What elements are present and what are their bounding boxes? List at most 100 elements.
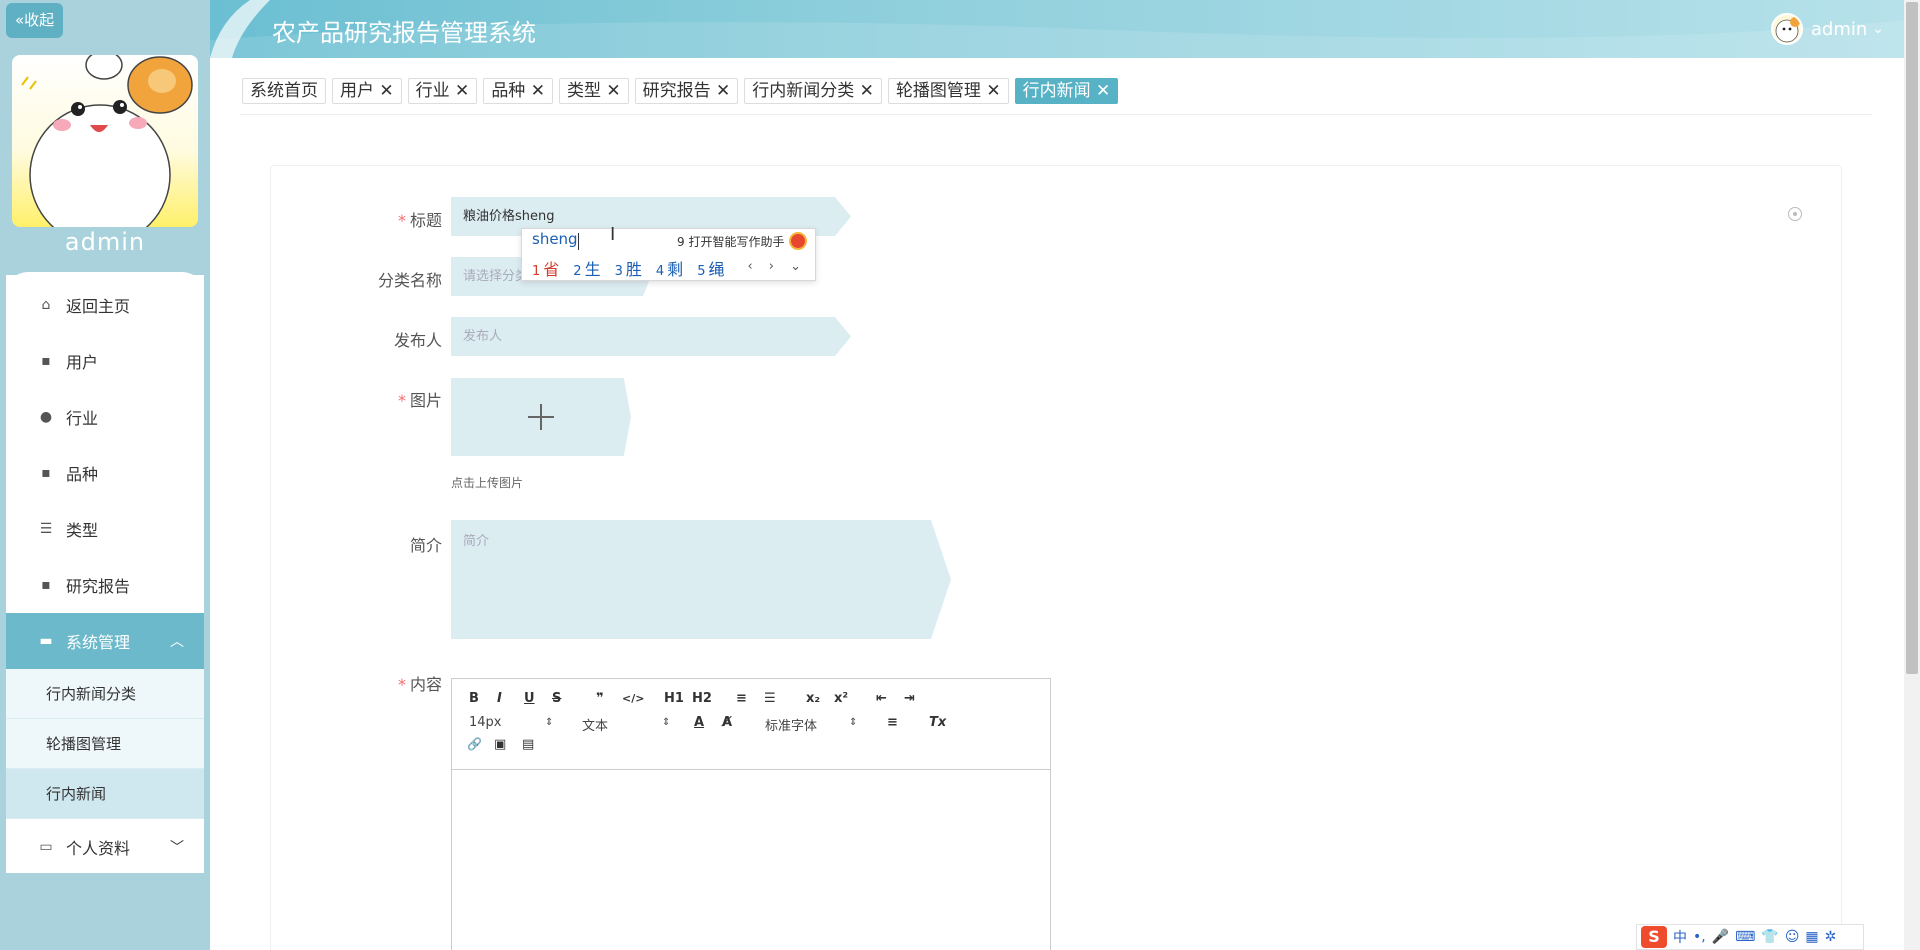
submenu-item-news-category[interactable]: 行内新闻分类 [6,669,204,719]
strike-button[interactable]: S [552,691,561,706]
sidebar-item-users[interactable]: ▪ 用户 [6,333,204,389]
video-icon[interactable]: ▤ [522,737,534,752]
chinese-mode-icon[interactable]: 中 [1673,927,1687,947]
submenu-item-news[interactable]: 行内新闻 [6,769,204,819]
keyboard-icon[interactable]: ⌨ [1735,929,1755,945]
ime-page-nav[interactable]: ‹ › ⌄ [747,259,807,274]
sidebar-user-name: admin [64,228,146,256]
tab-users[interactable]: 用户 ✕ [332,78,402,104]
subscript-button[interactable]: x₂ [806,691,820,706]
align-icon[interactable]: ≡ [887,715,898,730]
clear-format-icon[interactable]: Tx [929,715,946,730]
title-label: * 标题 [397,211,442,230]
ime-candidate[interactable]: 4剩 [656,256,683,280]
sidebar-item-profile[interactable]: ▭ 个人资料 ﹀ [6,819,204,875]
font-size-select[interactable]: 14px ⇕ [469,715,553,730]
ime-candidate[interactable]: 5绳 [697,256,724,280]
tab-news[interactable]: 行内新闻 ✕ [1014,78,1119,104]
punctuation-icon[interactable]: •, [1693,929,1706,945]
tab-variety[interactable]: 品种 ✕ [483,78,553,104]
microphone-icon[interactable]: 🎤 [1712,929,1729,945]
tab-carousel[interactable]: 轮播图管理 ✕ [887,78,1009,104]
sidebar-item-label: 品种 [66,465,99,484]
tab-home[interactable]: 系统首页 [242,78,326,104]
skin-icon[interactable]: 👕 [1761,929,1778,945]
background-color-icon[interactable]: A̸ [722,715,732,730]
submenu-item-carousel[interactable]: 轮播图管理 [6,719,204,769]
heading1-button[interactable]: H1 [664,691,684,706]
sogou-logo-icon[interactable]: S [1641,926,1667,948]
tab-research-report[interactable]: 研究报告 ✕ [634,78,739,104]
sidebar-item-label: 类型 [66,521,99,540]
publisher-label: 发布人 [393,331,442,350]
font-color-icon[interactable]: A [694,715,704,730]
text-cursor-icon: Ⅰ [610,224,616,245]
ime-candidates: 1省 2生 3胜 4剩 5绳 [532,256,724,280]
settings-icon[interactable]: ✲ [1825,929,1837,945]
publisher-input[interactable]: 发布人 [451,317,851,356]
sidebar-item-label: 系统管理 [66,633,131,652]
ime-candidate-popup: sheng 9 打开智能写作助手 1省 2生 3胜 4剩 5绳 ‹ › ⌄ [521,228,816,281]
user-menu[interactable]: admin ⌄ [1770,13,1884,45]
sidebar: «收起 admin ⌂ 返回主页 ▪ 用户 ● 行业 ▪ 品种 ☰ 类型 ▪ 研… [0,0,210,950]
chevron-up-icon: ︿ [170,634,184,650]
emoji-icon[interactable]: ☺ [1785,929,1800,945]
ime-candidate[interactable]: 1省 [532,256,559,280]
grid-icon: ▪ [41,465,51,481]
link-icon[interactable]: 🔗 [467,737,482,751]
scrollbar-thumb[interactable] [1906,2,1918,674]
tab-industry[interactable]: 行业 ✕ [407,78,478,104]
avatar [12,55,198,227]
bullet-list-icon[interactable]: ☰ [764,691,776,706]
indent-icon[interactable]: ⇥ [904,691,915,706]
hamster-avatar-icon [21,55,193,227]
toolbox-icon[interactable]: ▦ [1805,929,1818,945]
header-select[interactable]: 文本 ⇕ [582,715,670,734]
app-title: 农产品研究报告管理系统 [272,19,536,47]
chevron-down-icon: ﹀ [170,840,184,856]
blockquote-icon[interactable]: ❞ [596,691,604,706]
ordered-list-icon[interactable]: ≡ [736,691,747,706]
user-menu-name: admin [1810,18,1868,40]
tab-divider [240,114,1872,115]
tab-news-category[interactable]: 行内新闻分类 ✕ [744,78,882,104]
rich-text-editor: B I U S ❞ </> H1 H2 ≡ ☰ x₂ x² ⇤ ⇥ 14px ⇕ … [451,678,1051,950]
sidebar-item-label: 返回主页 [66,297,131,316]
tab-type[interactable]: 类型 ✕ [558,78,629,104]
italic-button[interactable]: I [497,691,502,706]
sidebar-item-variety[interactable]: ▪ 品种 [6,445,204,501]
sidebar-item-system-management[interactable]: ▬ 系统管理 ︿ [6,613,204,669]
image-upload-button[interactable] [451,378,631,456]
collapse-button[interactable]: «收起 [6,3,64,38]
sidebar-item-industry[interactable]: ● 行业 [6,389,204,445]
grid-icon: ▪ [41,353,51,369]
radio-dot-icon[interactable] [1788,207,1802,221]
app-window: «收起 admin ⌂ 返回主页 ▪ 用户 ● 行业 ▪ 品种 ☰ 类型 ▪ 研… [0,0,1920,950]
sidebar-item-type[interactable]: ☰ 类型 [6,501,204,557]
heading2-button[interactable]: H2 [692,691,712,706]
intro-label: 简介 [409,536,442,555]
category-label: 分类名称 [377,271,442,290]
upload-tip: 点击上传图片 [451,476,524,490]
briefcase-icon: ▬ [39,633,53,649]
text-caret [578,233,579,250]
font-family-select[interactable]: 标准字体 ⇕ [765,715,857,734]
superscript-button[interactable]: x² [834,691,848,706]
ime-assistant-link[interactable]: 9 打开智能写作助手 [677,233,784,250]
grid-icon: ▪ [41,577,51,593]
tab-bar: 系统首页 用户 ✕ 行业 ✕ 品种 ✕ 类型 ✕ 研究报告 ✕ 行内新闻分类 ✕… [242,78,1119,104]
image-icon[interactable]: ▣ [494,737,506,752]
outdent-icon[interactable]: ⇤ [876,691,887,706]
sidebar-item-research-report[interactable]: ▪ 研究报告 [6,557,204,613]
sidebar-item-label: 用户 [66,353,99,372]
code-block-icon[interactable]: </> [622,692,644,705]
sliders-icon: ☰ [39,521,53,537]
underline-button[interactable]: U [524,691,535,706]
profile-card-icon: ▭ [39,839,53,855]
bold-button[interactable]: B [469,691,479,706]
sidebar-item-label: 个人资料 [66,839,131,858]
ime-candidate[interactable]: 2生 [573,256,600,280]
intro-textarea[interactable]: 简介 [451,520,951,639]
ime-candidate[interactable]: 3胜 [615,256,642,280]
sidebar-item-home[interactable]: ⌂ 返回主页 [6,277,204,333]
